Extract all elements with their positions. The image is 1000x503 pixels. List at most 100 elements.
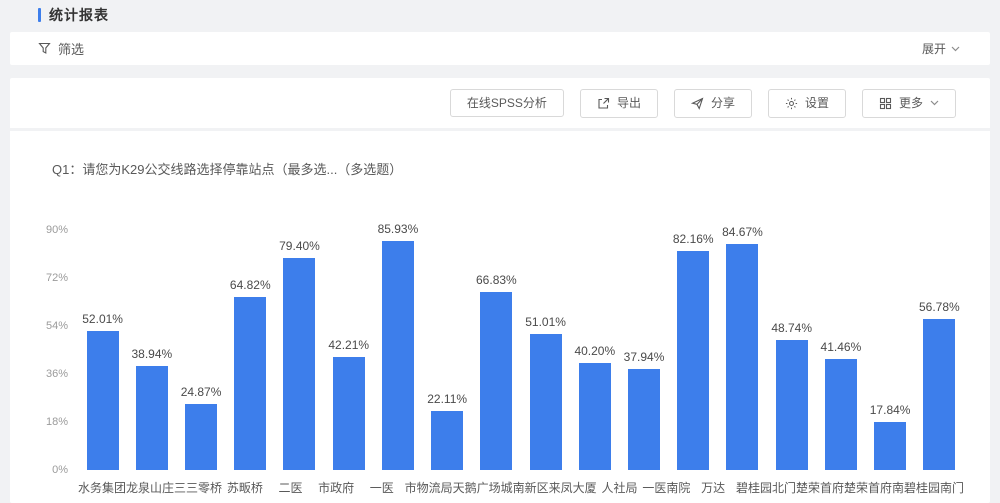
x-axis-label: 楚荣首府南 bbox=[844, 479, 904, 496]
bar[interactable]: 24.87% bbox=[185, 404, 217, 470]
x-axis: 水务集团龙泉山庄三三零桥苏畈桥二医市政府一医市物流局天鹅广场城南新区来凤大厦人社… bbox=[78, 479, 964, 496]
bar[interactable]: 64.82% bbox=[234, 297, 266, 470]
bar-column: 42.21% bbox=[324, 230, 373, 470]
filter-button[interactable]: 筛选 bbox=[38, 39, 84, 58]
bar-chart: 0%18%36%54%72%90% 52.01%38.94%24.87%64.8… bbox=[40, 230, 964, 496]
bar-value-label: 17.84% bbox=[870, 403, 911, 417]
bar-value-label: 51.01% bbox=[525, 315, 566, 329]
bar-column: 22.11% bbox=[423, 230, 472, 470]
x-axis-label: 人社局 bbox=[597, 479, 643, 496]
bar[interactable]: 56.78% bbox=[923, 319, 955, 470]
bar-column: 38.94% bbox=[127, 230, 176, 470]
more-label: 更多 bbox=[899, 97, 923, 109]
bar-column: 64.82% bbox=[226, 230, 275, 470]
bar[interactable]: 48.74% bbox=[776, 340, 808, 470]
bar-value-label: 52.01% bbox=[82, 312, 123, 326]
share-button[interactable]: 分享 bbox=[674, 89, 752, 118]
x-axis-label: 苏畈桥 bbox=[222, 479, 268, 496]
x-axis-label: 碧桂园南门 bbox=[904, 479, 964, 496]
bar-column: 56.78% bbox=[915, 230, 964, 470]
x-axis-label: 一医 bbox=[359, 479, 405, 496]
bar[interactable]: 52.01% bbox=[87, 331, 119, 470]
bar[interactable]: 84.67% bbox=[726, 244, 758, 470]
more-button[interactable]: 更多 bbox=[862, 89, 956, 118]
chevron-down-icon bbox=[930, 100, 939, 106]
y-tick-label: 0% bbox=[52, 464, 68, 476]
x-axis-label: 三三零桥 bbox=[174, 479, 222, 496]
x-axis-label: 来凤大厦 bbox=[549, 479, 597, 496]
bars-row: 52.01% 38.94% 24.87% 64.82% 79.40% 42.21% 85.9… bbox=[78, 230, 964, 470]
chevron-down-icon bbox=[951, 46, 960, 52]
bar-column: 37.94% bbox=[619, 230, 668, 470]
bar-value-label: 56.78% bbox=[919, 300, 960, 314]
bar-value-label: 82.16% bbox=[673, 232, 714, 246]
bar-column: 51.01% bbox=[521, 230, 570, 470]
y-tick-label: 18% bbox=[46, 416, 68, 428]
bar-column: 66.83% bbox=[472, 230, 521, 470]
bar-value-label: 85.93% bbox=[378, 222, 419, 236]
bar-value-label: 48.74% bbox=[771, 321, 812, 335]
expand-toggle[interactable]: 展开 bbox=[922, 40, 960, 57]
y-tick-label: 90% bbox=[46, 224, 68, 236]
export-button[interactable]: 导出 bbox=[580, 89, 658, 118]
bar[interactable]: 17.84% bbox=[874, 422, 906, 470]
expand-label: 展开 bbox=[922, 40, 946, 57]
plot-area: 52.01% 38.94% 24.87% 64.82% 79.40% 42.21% 85.9… bbox=[78, 230, 964, 496]
x-axis-label: 二医 bbox=[268, 479, 314, 496]
y-tick-label: 36% bbox=[46, 368, 68, 380]
bar-value-label: 41.46% bbox=[821, 340, 862, 354]
bar-value-label: 38.94% bbox=[131, 347, 172, 361]
question-title: Q1：请您为K29公交线路选择停靠站点（最多选...（多选题） bbox=[52, 159, 964, 178]
bar-value-label: 84.67% bbox=[722, 225, 763, 239]
export-icon bbox=[597, 97, 610, 110]
bar-column: 79.40% bbox=[275, 230, 324, 470]
bar-value-label: 22.11% bbox=[427, 392, 467, 406]
bar-column: 40.20% bbox=[570, 230, 619, 470]
y-tick-label: 72% bbox=[46, 272, 68, 284]
x-axis-label: 市物流局 bbox=[405, 479, 453, 496]
bar-value-label: 79.40% bbox=[279, 239, 320, 253]
filter-label: 筛选 bbox=[58, 39, 84, 58]
bar-value-label: 24.87% bbox=[181, 385, 222, 399]
x-axis-label: 一医南院 bbox=[642, 479, 690, 496]
bar[interactable]: 37.94% bbox=[628, 369, 660, 470]
page-header: 统计报表 bbox=[0, 0, 1000, 30]
bar-column: 41.46% bbox=[816, 230, 865, 470]
x-axis-label: 碧桂园北门 bbox=[736, 479, 796, 496]
title-marker bbox=[38, 8, 41, 22]
x-axis-label: 城南新区 bbox=[501, 479, 549, 496]
bar[interactable]: 82.16% bbox=[677, 251, 709, 470]
bar[interactable]: 38.94% bbox=[136, 366, 168, 470]
bar-value-label: 64.82% bbox=[230, 278, 271, 292]
settings-button[interactable]: 设置 bbox=[768, 89, 846, 118]
bar[interactable]: 41.46% bbox=[825, 359, 857, 470]
funnel-icon bbox=[38, 42, 51, 55]
grid-icon bbox=[879, 97, 892, 110]
filter-bar: 筛选 展开 bbox=[10, 32, 990, 65]
x-axis-label: 市政府 bbox=[313, 479, 359, 496]
spss-analysis-label: 在线SPSS分析 bbox=[467, 97, 547, 109]
bar-column: 82.16% bbox=[669, 230, 718, 470]
x-axis-label: 水务集团 bbox=[78, 479, 126, 496]
bar-value-label: 40.20% bbox=[574, 344, 615, 358]
share-label: 分享 bbox=[711, 97, 735, 109]
bar[interactable]: 42.21% bbox=[333, 357, 365, 470]
x-axis-label: 龙泉山庄 bbox=[126, 479, 174, 496]
toolbar: 在线SPSS分析 导出 分享 设置 bbox=[10, 78, 990, 128]
bar[interactable]: 22.11% bbox=[431, 411, 463, 470]
settings-label: 设置 bbox=[805, 97, 829, 109]
bar-column: 17.84% bbox=[866, 230, 915, 470]
bar-value-label: 42.21% bbox=[328, 338, 369, 352]
x-axis-label: 万达 bbox=[690, 479, 736, 496]
y-tick-label: 54% bbox=[46, 320, 68, 332]
bar[interactable]: 40.20% bbox=[579, 363, 611, 470]
bar[interactable]: 66.83% bbox=[480, 292, 512, 470]
bar[interactable]: 85.93% bbox=[382, 241, 414, 470]
spss-analysis-button[interactable]: 在线SPSS分析 bbox=[450, 89, 564, 117]
bar[interactable]: 79.40% bbox=[283, 258, 315, 470]
bar-column: 24.87% bbox=[176, 230, 225, 470]
x-axis-label: 天鹅广场 bbox=[453, 479, 501, 496]
bar-value-label: 37.94% bbox=[624, 350, 665, 364]
bar[interactable]: 51.01% bbox=[530, 334, 562, 470]
bar-column: 48.74% bbox=[767, 230, 816, 470]
